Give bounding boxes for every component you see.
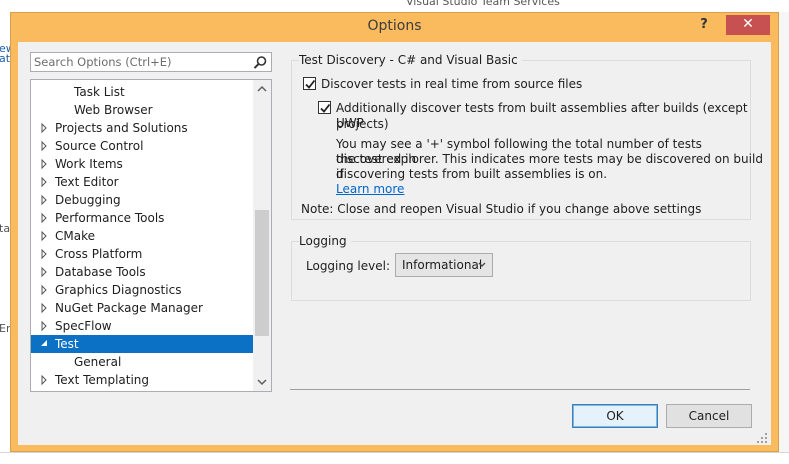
chevron-down-icon [478, 262, 486, 267]
tree-item[interactable]: Source Control [31, 137, 253, 155]
options-dialog: Options ? ✕ Task List Web Browser Projects… [10, 12, 779, 452]
tree-item-label: General [74, 355, 122, 369]
realtime-discovery-checkbox[interactable] [303, 77, 316, 90]
search-input[interactable] [34, 54, 244, 70]
tree-item-label: Performance Tools [55, 211, 165, 225]
learn-more-link[interactable]: Learn more [336, 182, 404, 197]
scroll-up-icon[interactable] [253, 80, 271, 98]
close-button[interactable]: ✕ [726, 15, 770, 35]
tree-item-label: CMake [55, 229, 95, 243]
tree-item[interactable]: Test [31, 335, 253, 353]
tree-item-label: Work Items [55, 157, 123, 171]
collapsed-arrow-icon[interactable] [39, 227, 49, 245]
collapsed-arrow-icon[interactable] [39, 263, 49, 281]
collapsed-arrow-icon[interactable] [39, 155, 49, 173]
tree-item[interactable]: Work Items [31, 155, 253, 173]
tree-item-label: Text Editor [55, 175, 119, 189]
tree-item[interactable]: Graphics Diagnostics [31, 281, 253, 299]
background-vsts-text: Visual Studio Team Services [406, 0, 560, 8]
logging-title: Logging [299, 234, 351, 248]
test-discovery-title: Test Discovery - C# and Visual Basic [299, 53, 522, 67]
tree-item-label: Projects and Solutions [55, 121, 188, 135]
collapsed-arrow-icon[interactable] [39, 209, 49, 227]
tree-item[interactable]: Performance Tools [31, 209, 253, 227]
help-button[interactable]: ? [694, 15, 714, 35]
collapsed-arrow-icon[interactable] [39, 119, 49, 137]
cancel-button[interactable]: Cancel [666, 404, 752, 428]
logging-level-label: Logging level: [306, 259, 390, 273]
dialog-title: Options [367, 18, 422, 34]
background-window-left: ew ati ta Err [0, 12, 15, 464]
tree-item[interactable]: Web Browser [31, 101, 253, 119]
search-box[interactable] [30, 52, 272, 72]
logging-level-dropdown[interactable]: Informational [395, 253, 493, 277]
options-tree[interactable]: Task List Web Browser Projects and Solutio… [30, 79, 272, 392]
tree-item-label: Graphics Diagnostics [55, 283, 182, 297]
dialog-client-area: Task List Web Browser Projects and Solutio… [18, 42, 771, 445]
assembly-discovery-checkbox[interactable] [318, 101, 331, 114]
tree-item[interactable]: CMake [31, 227, 253, 245]
logging-level-value: Informational [402, 258, 483, 272]
tree-item[interactable]: SpecFlow [31, 317, 253, 335]
assembly-discovery-label-line2[interactable]: projects) [336, 117, 389, 132]
scroll-down-icon[interactable] [253, 373, 271, 391]
collapsed-arrow-icon[interactable] [39, 245, 49, 263]
search-icon[interactable] [252, 55, 268, 71]
realtime-discovery-label[interactable]: Discover tests in real time from source … [321, 77, 582, 92]
background-window-right [779, 12, 789, 464]
tree-item-label: Test [55, 337, 79, 351]
tree-item[interactable]: NuGet Package Manager [31, 299, 253, 317]
background-window-top: Visual Studio Team Services [0, 0, 789, 12]
tree-item[interactable]: Task List [31, 83, 253, 101]
collapsed-arrow-icon[interactable] [39, 317, 49, 335]
tree-item-label: Debugging [55, 193, 121, 207]
tree-item-label: SpecFlow [55, 319, 112, 333]
ok-button[interactable]: OK [572, 404, 658, 428]
assembly-discovery-label-line1[interactable]: Additionally discover tests from built a… [336, 101, 771, 131]
restart-note: Note: Close and reopen Visual Studio if … [301, 202, 702, 216]
scroll-thumb[interactable] [255, 210, 269, 336]
tree-item-label: Text Templating [55, 373, 150, 387]
background-window-bottom [0, 452, 789, 464]
background-fragment: ta [0, 222, 11, 235]
tree-item[interactable]: Cross Platform [31, 245, 253, 263]
tree-item[interactable]: Text Editor [31, 173, 253, 191]
collapsed-arrow-icon[interactable] [39, 371, 49, 389]
collapsed-arrow-icon[interactable] [39, 137, 49, 155]
tree-item-label: Cross Platform [55, 247, 143, 261]
checkmark-icon [320, 103, 331, 113]
collapsed-arrow-icon[interactable] [39, 191, 49, 209]
tree-item[interactable]: General [31, 353, 253, 371]
tree-item-label: NuGet Package Manager [55, 301, 203, 315]
tree-item-label: Source Control [55, 139, 144, 153]
tree-scrollbar[interactable] [253, 80, 271, 391]
resize-grip-icon[interactable] [756, 432, 768, 444]
button-separator [290, 389, 750, 390]
tree-item[interactable]: Database Tools [31, 263, 253, 281]
info-text-line3: discovering tests from built assemblies … [336, 167, 608, 181]
tree-item-label: Web Browser [74, 103, 153, 117]
tree-item[interactable]: Debugging [31, 191, 253, 209]
tree-item-label: Database Tools [55, 265, 146, 279]
expanded-arrow-icon[interactable] [39, 335, 49, 353]
collapsed-arrow-icon[interactable] [39, 173, 49, 191]
checkmark-icon [305, 79, 316, 89]
tree-item[interactable]: Text Templating [31, 371, 253, 389]
tree-item[interactable]: Projects and Solutions [31, 119, 253, 137]
collapsed-arrow-icon[interactable] [39, 281, 49, 299]
title-bar[interactable]: Options ? ✕ [11, 13, 778, 41]
tree-item-label: Task List [74, 85, 125, 99]
collapsed-arrow-icon[interactable] [39, 299, 49, 317]
